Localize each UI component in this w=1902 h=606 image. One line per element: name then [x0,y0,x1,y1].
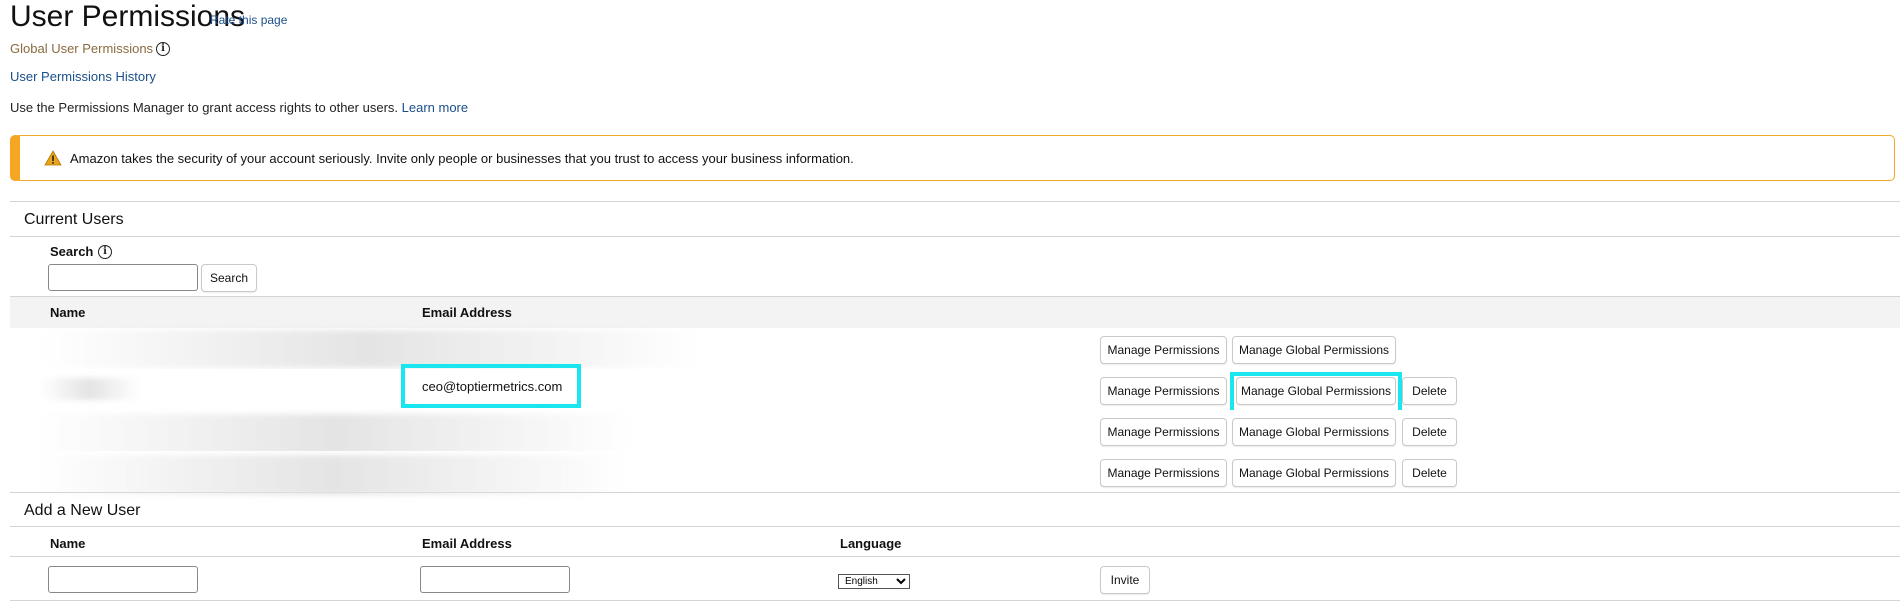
manage-permissions-button[interactable]: Manage Permissions [1100,418,1227,446]
warning-icon [44,150,62,166]
new-user-name-input[interactable] [48,566,198,593]
redacted-user-info [40,330,700,368]
add-user-email-label: Email Address [422,536,512,551]
users-table-header [10,296,1900,329]
divider [10,236,1900,237]
rate-this-page-link[interactable]: Rate this page [210,13,287,27]
current-users-title: Current Users [24,211,124,228]
divider [10,556,1900,557]
redacted-user-info [35,455,630,495]
column-header-email: Email Address [422,305,512,320]
table-row [10,369,1900,411]
user-email: ceo@toptiermetrics.com [422,379,563,394]
learn-more-link[interactable]: Learn more [402,100,468,115]
search-info-icon[interactable]: i [98,245,112,259]
redacted-user-info [35,414,635,454]
search-button[interactable]: Search [201,264,257,292]
divider [10,526,1900,527]
manage-global-permissions-button[interactable]: Manage Global Permissions [1232,459,1396,487]
add-user-name-label: Name [50,536,86,551]
invite-button[interactable]: Invite [1100,566,1150,594]
manage-global-permissions-button[interactable]: Manage Global Permissions [1236,377,1396,405]
manage-global-permissions-button[interactable]: Manage Global Permissions [1232,336,1396,364]
add-new-user-title: Add a New User [24,502,141,519]
divider [10,201,1900,202]
add-user-language-label: Language [840,536,902,551]
security-alert: Amazon takes the security of your accoun… [10,135,1895,181]
delete-button[interactable]: Delete [1402,377,1457,405]
language-select[interactable]: English [838,574,910,589]
delete-button[interactable]: Delete [1402,459,1457,487]
manage-permissions-button[interactable]: Manage Permissions [1100,459,1227,487]
search-label: Search [50,244,94,259]
delete-button[interactable]: Delete [1402,418,1457,446]
redacted-user-name [40,378,140,400]
new-user-email-input[interactable] [420,566,570,593]
intro-text: Use the Permissions Manager to grant acc… [10,100,468,115]
intro-sentence: Use the Permissions Manager to grant acc… [10,100,399,115]
global-user-permissions-link[interactable]: Global User Permissions [10,41,153,57]
info-icon[interactable]: i [156,42,170,56]
manage-permissions-button[interactable]: Manage Permissions [1100,377,1227,405]
manage-permissions-button[interactable]: Manage Permissions [1100,336,1227,364]
manage-global-permissions-button[interactable]: Manage Global Permissions [1232,418,1396,446]
alert-text: Amazon takes the security of your accoun… [70,151,854,166]
search-input[interactable] [48,264,198,291]
divider [10,600,1900,601]
user-permissions-history-link[interactable]: User Permissions History [10,69,156,84]
column-header-name: Name [50,305,86,320]
